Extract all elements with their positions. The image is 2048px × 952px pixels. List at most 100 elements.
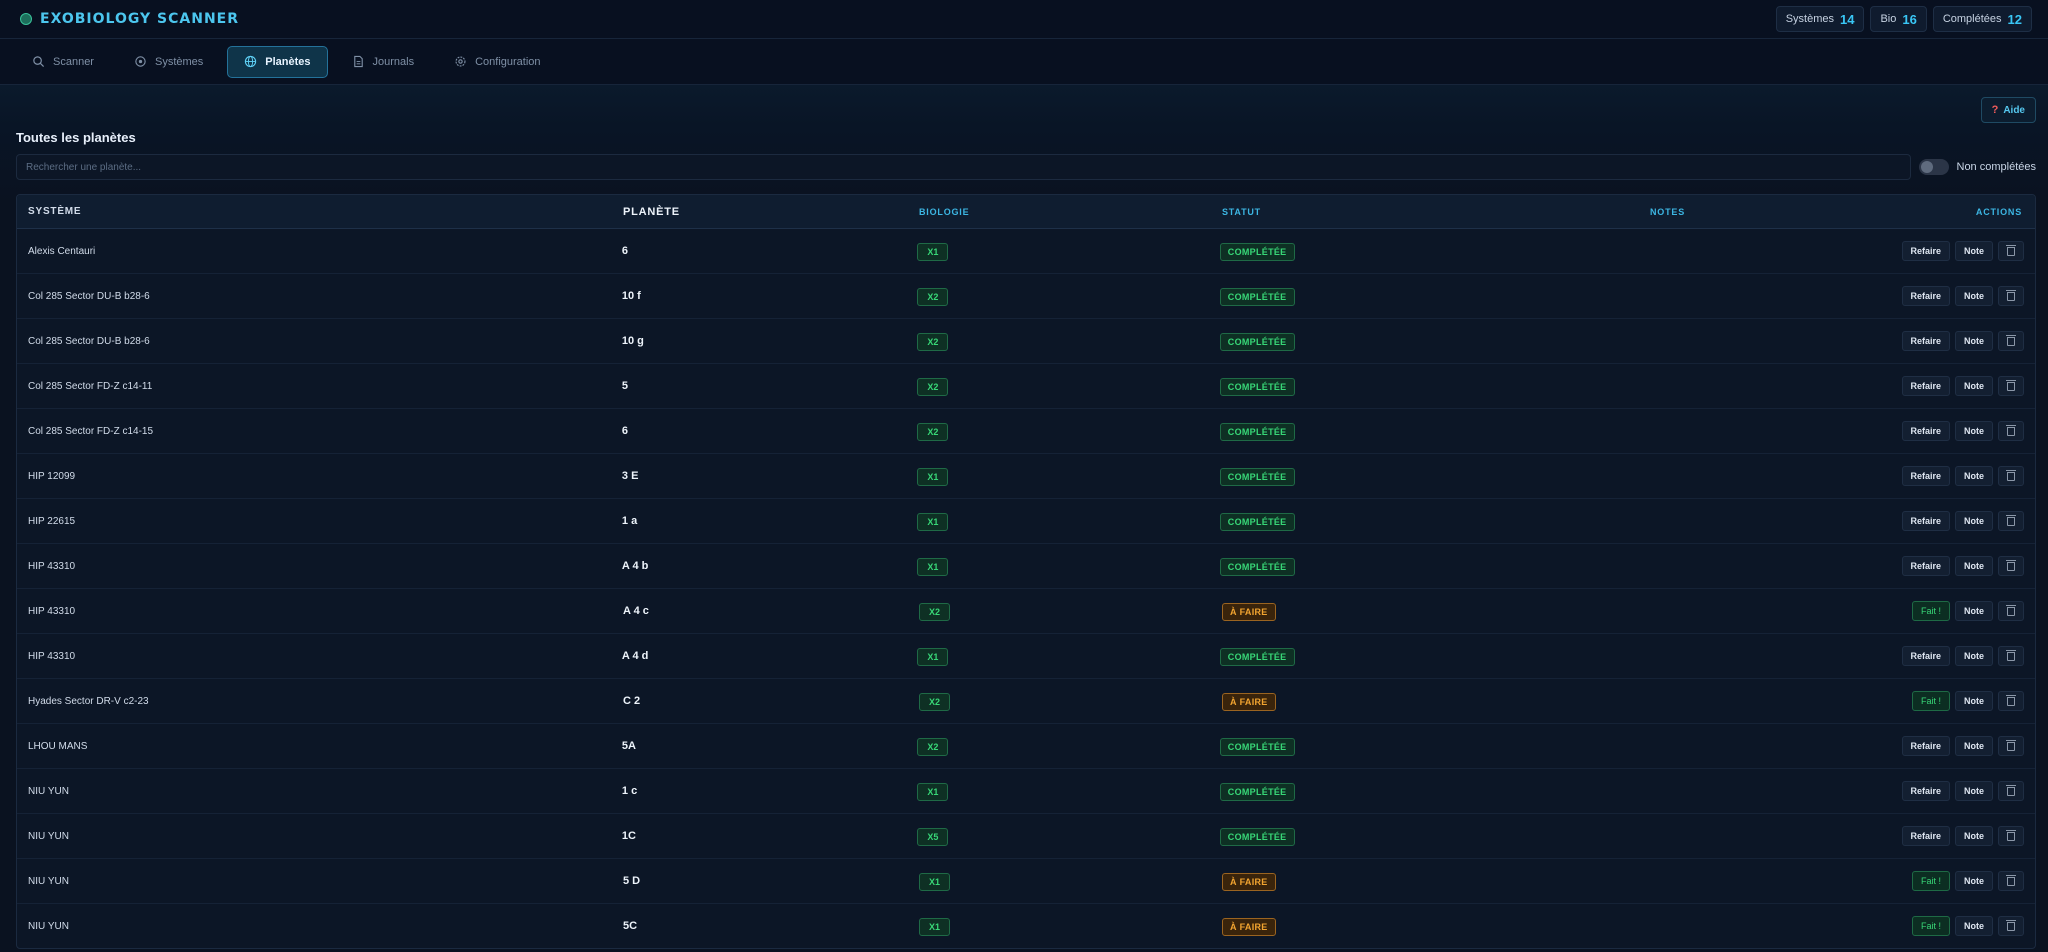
delete-button[interactable] bbox=[1998, 871, 2024, 891]
redo-button[interactable]: Refaire bbox=[1901, 511, 1951, 531]
delete-button[interactable] bbox=[1998, 421, 2025, 441]
redo-button[interactable]: Refaire bbox=[1901, 286, 1951, 306]
redo-button[interactable]: Refaire bbox=[1901, 421, 1951, 441]
help-button[interactable]: ? Aide bbox=[1980, 97, 2036, 123]
note-button[interactable]: Note bbox=[1955, 286, 1994, 306]
delete-button[interactable] bbox=[1998, 466, 2025, 486]
note-button[interactable]: Note bbox=[1955, 376, 1994, 396]
delete-button[interactable] bbox=[1998, 916, 2024, 936]
header-notes: NOTES bbox=[1650, 206, 1686, 217]
mark-done-button[interactable]: Fait ! bbox=[1911, 871, 1950, 891]
note-button[interactable]: Note bbox=[1955, 601, 1993, 621]
mark-done-button[interactable]: Fait ! bbox=[1911, 916, 1950, 936]
delete-button[interactable] bbox=[1998, 736, 2025, 756]
toggle-switch[interactable] bbox=[1918, 159, 1949, 175]
tab-systems[interactable]: Systèmes bbox=[118, 46, 219, 78]
biology-badge: X2 bbox=[919, 602, 951, 621]
stat-systems: Systèmes 14 bbox=[1775, 6, 1865, 32]
note-button[interactable]: Note bbox=[1955, 241, 1994, 261]
question-icon: ? bbox=[1991, 104, 1999, 116]
trash-icon bbox=[2006, 289, 2017, 301]
system-cell: HIP 22615 bbox=[28, 515, 76, 527]
note-button[interactable]: Note bbox=[1955, 916, 1993, 936]
delete-button[interactable] bbox=[1998, 781, 2025, 801]
biology-badge: X2 bbox=[917, 287, 949, 306]
incomplete-filter[interactable]: Non complétées bbox=[1918, 159, 2036, 175]
note-button[interactable]: Note bbox=[1955, 736, 1994, 756]
planet-cell: 1 c bbox=[621, 785, 638, 797]
planet-cell: 5 D bbox=[623, 875, 641, 887]
system-cell: Hyades Sector DR-V c2-23 bbox=[28, 695, 149, 707]
tab-scanner[interactable]: Scanner bbox=[16, 46, 110, 78]
system-cell: NIU YUN bbox=[28, 875, 69, 887]
note-button[interactable]: Note bbox=[1955, 511, 1994, 531]
redo-button[interactable]: Refaire bbox=[1901, 736, 1951, 756]
note-button[interactable]: Note bbox=[1955, 781, 1994, 801]
redo-button[interactable]: Refaire bbox=[1901, 646, 1951, 666]
document-icon bbox=[353, 55, 363, 68]
status-badge: COMPLÉTÉE bbox=[1219, 332, 1295, 351]
biology-cell: X2 bbox=[919, 602, 1222, 621]
delete-button[interactable] bbox=[1998, 511, 2025, 531]
note-button[interactable]: Note bbox=[1955, 871, 1993, 891]
note-button[interactable]: Note bbox=[1955, 466, 1994, 486]
status-cell: À FAIRE bbox=[1222, 917, 1650, 936]
status-badge: COMPLÉTÉE bbox=[1219, 377, 1295, 396]
redo-button[interactable]: Refaire bbox=[1901, 781, 1951, 801]
delete-button[interactable] bbox=[1998, 286, 2025, 306]
app-title: EXOBIOLOGY SCANNER bbox=[40, 11, 240, 27]
actions-cell: Refaire Note bbox=[1901, 241, 2036, 261]
note-button[interactable]: Note bbox=[1955, 421, 1994, 441]
delete-button[interactable] bbox=[1998, 376, 2025, 396]
system-cell: HIP 43310 bbox=[28, 560, 76, 572]
delete-button[interactable] bbox=[1998, 646, 2025, 666]
planet-cell: 5 bbox=[621, 380, 629, 392]
actions-cell: Refaire Note bbox=[1901, 556, 2036, 576]
status-cell: COMPLÉTÉE bbox=[1219, 242, 1647, 261]
tab-configuration[interactable]: Configuration bbox=[438, 46, 556, 78]
biology-badge: X1 bbox=[917, 557, 949, 576]
biology-badge: X5 bbox=[917, 827, 949, 846]
actions-cell: Refaire Note bbox=[1901, 511, 2036, 531]
biology-cell: X1 bbox=[917, 647, 1219, 666]
table-row: LHOU MANS 5A X2 COMPLÉTÉE Refaire Note bbox=[17, 724, 2035, 769]
note-button[interactable]: Note bbox=[1955, 646, 1994, 666]
redo-button[interactable]: Refaire bbox=[1901, 466, 1951, 486]
biology-cell: X2 bbox=[917, 737, 1219, 756]
delete-button[interactable] bbox=[1998, 331, 2025, 351]
delete-button[interactable] bbox=[1998, 241, 2025, 261]
note-button[interactable]: Note bbox=[1955, 826, 1994, 846]
planet-cell: 6 bbox=[621, 245, 629, 257]
header-planet: PLANÈTE bbox=[623, 205, 680, 218]
mark-done-button[interactable]: Fait ! bbox=[1911, 601, 1950, 621]
table-row: NIU YUN 1 c X1 COMPLÉTÉE Refaire Note bbox=[17, 769, 2035, 814]
stat-label: Systèmes bbox=[1785, 13, 1834, 25]
status-badge: COMPLÉTÉE bbox=[1219, 737, 1295, 756]
stat-label: Bio bbox=[1880, 13, 1897, 25]
actions-cell: Refaire Note bbox=[1901, 331, 2036, 351]
note-button[interactable]: Note bbox=[1955, 556, 1994, 576]
redo-button[interactable]: Refaire bbox=[1901, 241, 1951, 261]
main-content: ? Aide Toutes les planètes Non complétée… bbox=[0, 85, 2048, 952]
delete-button[interactable] bbox=[1998, 691, 2024, 711]
redo-button[interactable]: Refaire bbox=[1901, 556, 1951, 576]
search-input[interactable] bbox=[16, 154, 1911, 180]
delete-button[interactable] bbox=[1998, 556, 2025, 576]
biology-badge: X1 bbox=[917, 647, 949, 666]
tab-planets[interactable]: Planètes bbox=[227, 45, 328, 78]
redo-button[interactable]: Refaire bbox=[1901, 331, 1951, 351]
delete-button[interactable] bbox=[1998, 601, 2024, 621]
trash-icon bbox=[2006, 649, 2017, 661]
note-button[interactable]: Note bbox=[1955, 331, 1994, 351]
trash-icon bbox=[2006, 829, 2017, 841]
trash-icon bbox=[2006, 739, 2017, 751]
delete-button[interactable] bbox=[1998, 826, 2025, 846]
redo-button[interactable]: Refaire bbox=[1901, 826, 1951, 846]
redo-button[interactable]: Refaire bbox=[1901, 376, 1951, 396]
status-cell: COMPLÉTÉE bbox=[1219, 782, 1647, 801]
status-badge: COMPLÉTÉE bbox=[1219, 422, 1295, 441]
tab-journals[interactable]: Journals bbox=[336, 46, 431, 78]
note-button[interactable]: Note bbox=[1955, 691, 1993, 711]
planet-cell: 10 g bbox=[621, 335, 644, 347]
mark-done-button[interactable]: Fait ! bbox=[1911, 691, 1950, 711]
